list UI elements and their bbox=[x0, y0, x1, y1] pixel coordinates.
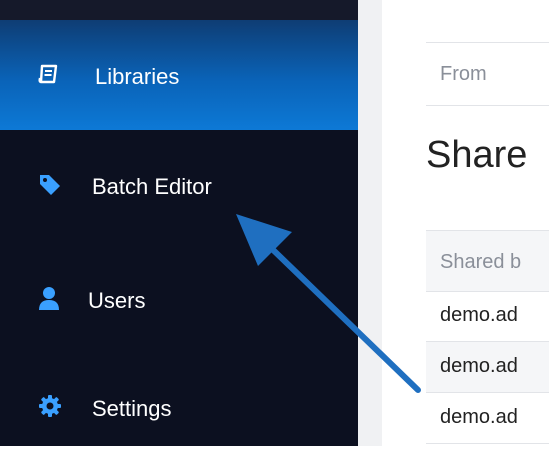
sidebar-top-strip bbox=[0, 0, 358, 20]
page-title: Share bbox=[426, 134, 528, 176]
shared-by-cell: demo.ad bbox=[440, 355, 518, 377]
from-label: From bbox=[440, 63, 487, 85]
table-header: Shared b bbox=[426, 230, 549, 292]
sidebar: Libraries Batch Editor Users Settings bbox=[0, 0, 358, 446]
table-row[interactable]: demo.ad bbox=[426, 291, 549, 342]
gear-icon bbox=[38, 394, 62, 418]
main-content: From Share Shared b demo.ad demo.ad demo… bbox=[382, 0, 549, 446]
table-row[interactable]: demo.ad bbox=[426, 393, 549, 444]
from-filter[interactable]: From bbox=[426, 42, 549, 106]
content-gutter bbox=[358, 0, 382, 446]
sidebar-item-batch-editor[interactable]: Batch Editor bbox=[0, 130, 358, 240]
table-row[interactable]: demo.ad bbox=[426, 342, 549, 393]
sidebar-item-label: Libraries bbox=[95, 64, 180, 89]
sidebar-item-users[interactable]: Users bbox=[0, 240, 358, 350]
sidebar-item-label: Users bbox=[88, 288, 146, 313]
user-icon bbox=[37, 286, 61, 310]
sidebar-item-settings[interactable]: Settings bbox=[0, 350, 358, 460]
shared-by-cell: demo.ad bbox=[440, 304, 518, 326]
column-header-shared-by[interactable]: Shared b bbox=[440, 251, 521, 274]
sidebar-item-label: Settings bbox=[92, 396, 172, 421]
book-icon bbox=[36, 63, 60, 87]
tag-icon bbox=[38, 173, 62, 197]
shared-by-cell: demo.ad bbox=[440, 406, 518, 428]
sidebar-item-label: Batch Editor bbox=[92, 174, 212, 199]
sidebar-item-libraries[interactable]: Libraries bbox=[0, 20, 358, 130]
